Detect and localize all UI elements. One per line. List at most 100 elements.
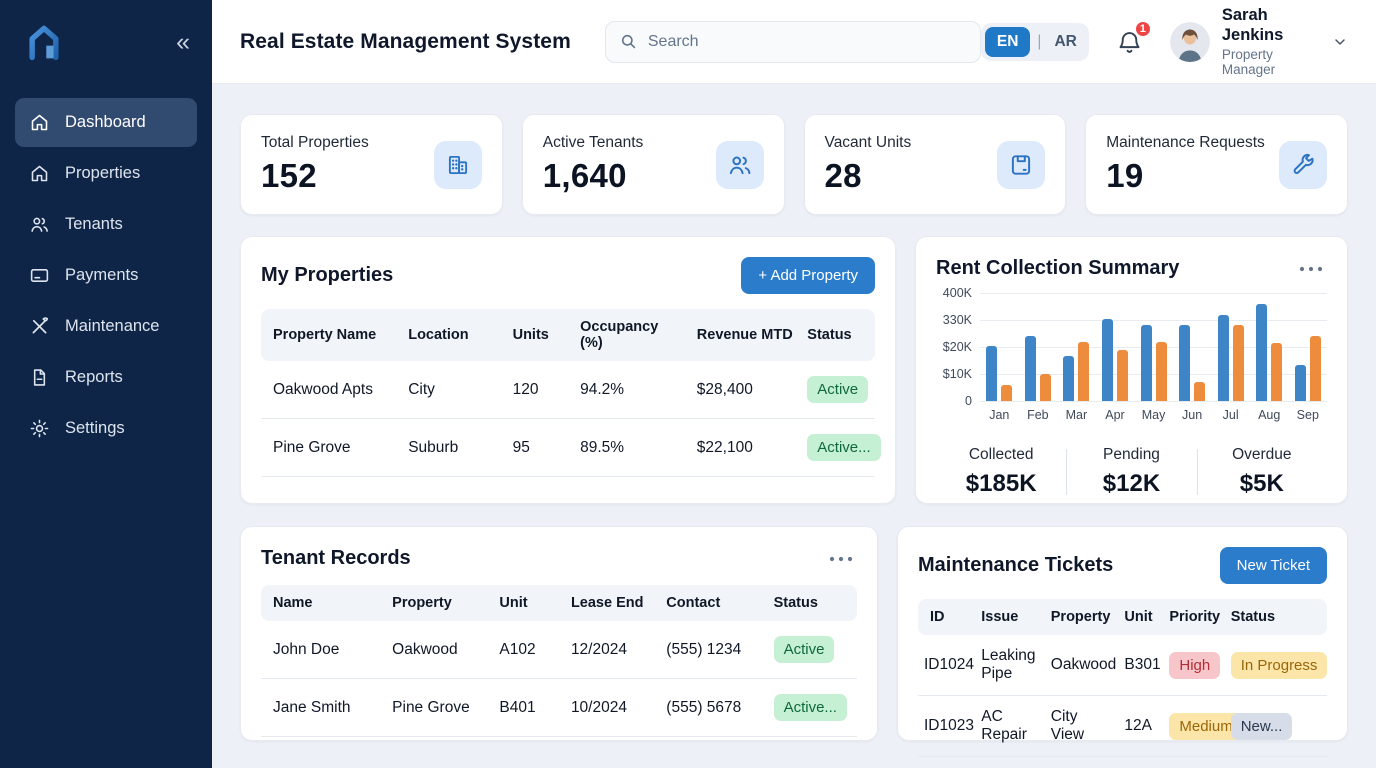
stat-value: 28 [825, 157, 912, 195]
rent-card-menu-button[interactable] [1295, 262, 1327, 276]
sidebar-item-label: Dashboard [65, 113, 146, 132]
bar-blue [1141, 325, 1152, 401]
stat-card-total-properties: Total Properties152 [240, 114, 503, 215]
cell: Pine Grove [386, 679, 493, 737]
cell: City View [1045, 696, 1119, 757]
y-tick-label: 400K [943, 286, 972, 300]
badge-cell: Active... [801, 419, 875, 477]
bar-group-sep [1289, 293, 1328, 401]
sidebar-item-payments[interactable]: Payments [15, 251, 197, 300]
lang-ar-button[interactable]: AR [1048, 27, 1082, 57]
bar-blue [1025, 336, 1036, 401]
rent-collection-title: Rent Collection Summary [936, 257, 1179, 280]
sidebar-item-dashboard[interactable]: Dashboard [15, 98, 197, 147]
stat-label: Vacant Units [825, 134, 912, 152]
bar-orange [1117, 350, 1128, 401]
badge-cell: New... [1225, 696, 1327, 757]
status-badge: In Progress [1231, 652, 1328, 679]
cell: 12/2024 [565, 621, 660, 679]
bar-group-jun [1173, 293, 1212, 401]
wrench-icon [1279, 141, 1327, 189]
cell: $22,100 [691, 419, 802, 477]
tenants-table: NamePropertyUnitLease EndContactStatusJo… [261, 585, 857, 737]
status-badge: Active... [807, 434, 880, 461]
bar-orange [1040, 374, 1051, 401]
maintenance-tickets-title: Maintenance Tickets [918, 554, 1113, 577]
cell: John Doe [261, 621, 386, 679]
badge-cell: High [1163, 635, 1224, 696]
cell: B301 [1118, 635, 1163, 696]
sidebar-item-label: Payments [65, 266, 138, 285]
table-row: John DoeOakwoodA10212/2024(555) 1234Acti… [261, 621, 857, 679]
stat-value: 19 [1106, 157, 1265, 195]
cell: Oakwood [1045, 635, 1119, 696]
x-tick-label: Jun [1173, 408, 1212, 422]
sidebar-nav: Dashboard Properties Tenants Payments Mainte… [0, 84, 212, 453]
badge-cell: Medium [1163, 696, 1224, 757]
language-toggle: EN | AR [981, 23, 1089, 61]
rent-chart: 400K330K$20K$10K0 [936, 293, 1327, 401]
add-property-button[interactable]: + Add Property [741, 257, 875, 294]
table-row: ID1023AC RepairCity View12AMediumNew... [918, 696, 1327, 757]
sidebar-item-tenants[interactable]: Tenants [15, 200, 197, 249]
column-header: Lease End [565, 585, 660, 621]
notifications-button[interactable]: 1 [1116, 28, 1143, 55]
sidebar-item-label: Settings [65, 419, 125, 438]
x-tick-label: Apr [1096, 408, 1135, 422]
chart-y-axis: 400K330K$20K$10K0 [936, 293, 980, 401]
bar-blue [1102, 319, 1113, 401]
sidebar-item-label: Reports [65, 368, 123, 387]
summary-label: Overdue [1197, 446, 1327, 464]
column-header: Property [1045, 599, 1119, 635]
sidebar-item-reports[interactable]: Reports [15, 353, 197, 402]
table-row: Oakwood AptsCity12094.2%$28,400Active [261, 361, 875, 419]
cell: Suburb [402, 419, 506, 477]
search-input[interactable] [648, 33, 967, 51]
cell: ID1024 [918, 635, 975, 696]
home-icon [29, 163, 50, 184]
door-icon [997, 141, 1045, 189]
tools-icon [29, 316, 50, 337]
bar-orange [1156, 342, 1167, 401]
stat-label: Maintenance Requests [1106, 134, 1265, 152]
bar-orange [1310, 336, 1321, 401]
stat-card-active-tenants: Active Tenants1,640 [522, 114, 785, 215]
cell: 10/2024 [565, 679, 660, 737]
sidebar-item-maintenance[interactable]: Maintenance [15, 302, 197, 351]
bar-group-jan [980, 293, 1019, 401]
cell: (555) 1234 [660, 621, 767, 679]
tenant-records-title: Tenant Records [261, 547, 411, 570]
table-row: Pine GroveSuburb9589.5%$22,100Active... [261, 419, 875, 477]
badge-cell: In Progress [1225, 635, 1327, 696]
bar-group-may [1134, 293, 1173, 401]
sidebar-collapse-icon[interactable]: « [176, 30, 190, 55]
sidebar-item-settings[interactable]: Settings [15, 404, 197, 453]
x-tick-label: Aug [1250, 408, 1289, 422]
stat-label: Active Tenants [543, 134, 644, 152]
column-header: Property Name [261, 309, 402, 361]
column-header: Name [261, 585, 386, 621]
lang-separator: | [1037, 33, 1041, 51]
lang-en-button[interactable]: EN [985, 27, 1031, 57]
bar-blue [986, 346, 997, 401]
sidebar-item-properties[interactable]: Properties [15, 149, 197, 198]
rent-collection-card: Rent Collection Summary 400K330K$20K$10K… [915, 236, 1348, 504]
summary-value: $12K [1066, 470, 1196, 498]
bar-orange [1001, 385, 1012, 401]
my-properties-title: My Properties [261, 264, 393, 287]
user-menu[interactable]: Sarah Jenkins Property Manager [1170, 6, 1348, 78]
stat-card-maintenance-requests: Maintenance Requests 19 [1085, 114, 1348, 215]
tenant-records-card: Tenant Records NamePropertyUnitLease End… [240, 526, 878, 741]
summary-item-overdue: Overdue$5K [1197, 444, 1327, 500]
new-ticket-button[interactable]: New Ticket [1220, 547, 1327, 584]
tenants-card-menu-button[interactable] [825, 552, 857, 566]
sidebar-item-label: Properties [65, 164, 140, 183]
cell: Pine Grove [261, 419, 402, 477]
cell: 89.5% [574, 419, 691, 477]
x-tick-label: May [1134, 408, 1173, 422]
x-tick-label: Jul [1211, 408, 1250, 422]
gear-icon [29, 418, 50, 439]
chart-plot [980, 293, 1327, 401]
stat-value: 152 [261, 157, 369, 195]
gridline [980, 401, 1327, 402]
